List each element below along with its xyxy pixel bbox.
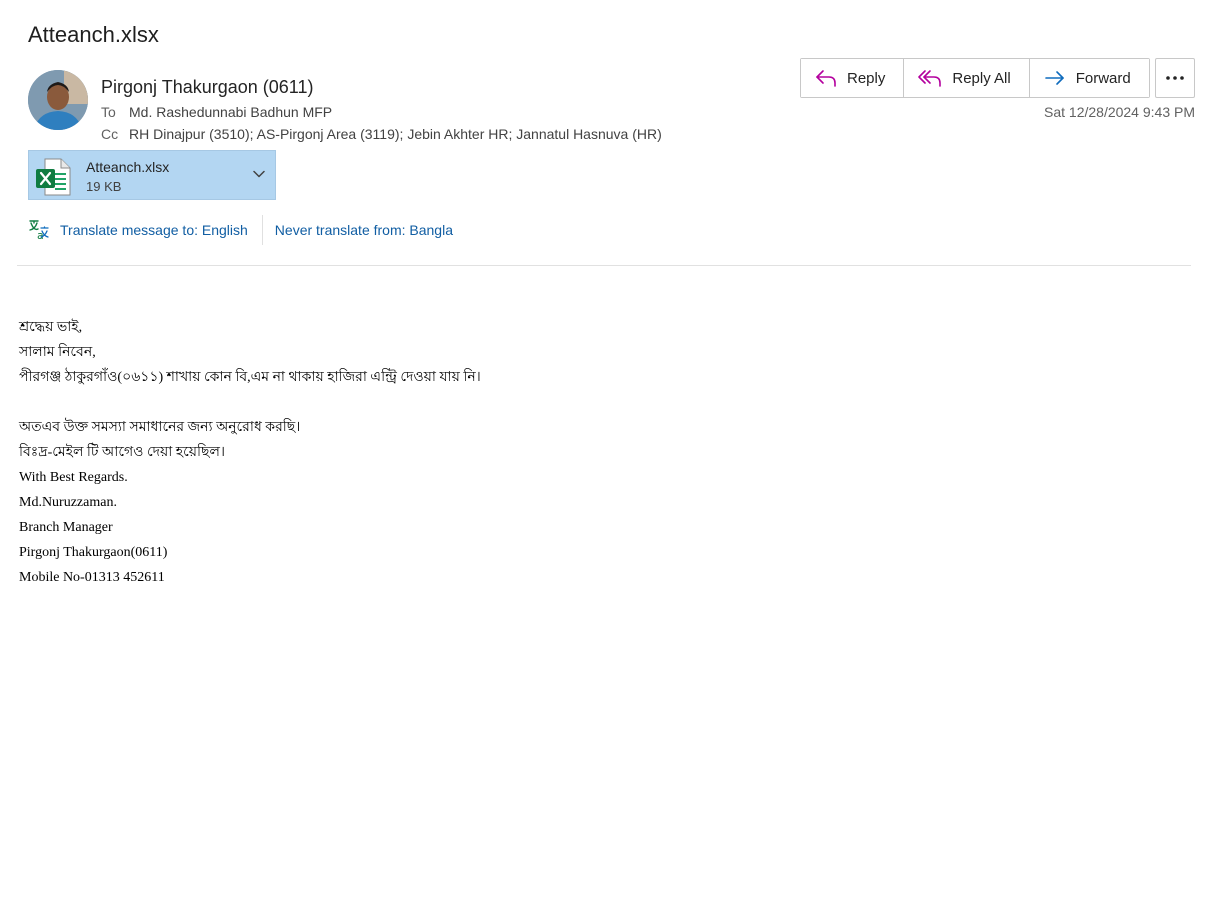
forward-arrow-icon xyxy=(1044,71,1064,85)
body-line: Mobile No-01313 452611 xyxy=(19,570,165,585)
translate-icon: a xyxy=(29,220,49,241)
to-recipient[interactable]: Md. Rashedunnabi Badhun MFP xyxy=(129,104,332,120)
never-translate-link[interactable]: Never translate from: Bangla xyxy=(275,222,453,238)
sender-name[interactable]: Pirgonj Thakurgaon (0611) xyxy=(101,77,313,98)
message-actions: Reply Reply All Forward xyxy=(800,58,1150,98)
body-line xyxy=(19,393,481,418)
reply-all-label: Reply All xyxy=(952,69,1011,87)
body-line: বিঃদ্র-মেইল টি আগেও দেয়া হয়েছিল। xyxy=(19,445,225,460)
message-body: শ্রদ্ধেয় ভাই, সালাম নিবেন, পীরগঞ্জ ঠাকু… xyxy=(19,318,481,593)
body-line: সালাম নিবেন, xyxy=(19,345,96,360)
translation-bar: a Translate message to: English Never tr… xyxy=(28,215,453,245)
cc-recipients: Cc RH Dinajpur (3510); AS-Pirgonj Area (3… xyxy=(101,126,662,142)
forward-label: Forward xyxy=(1075,69,1131,87)
more-actions-button[interactable] xyxy=(1155,58,1195,98)
reply-all-icon xyxy=(918,70,942,87)
attachment-name: Atteanch.xlsx xyxy=(86,159,170,175)
reply-label: Reply xyxy=(847,69,886,87)
body-line: With Best Regards. xyxy=(19,470,128,485)
excel-file-icon xyxy=(36,158,71,196)
email-subject: Atteanch.xlsx xyxy=(28,22,159,47)
svg-text:a: a xyxy=(37,229,44,241)
body-line: Pirgonj Thakurgaon(0611) xyxy=(19,545,168,560)
attachment-size: 19 KB xyxy=(86,179,122,194)
translate-separator xyxy=(261,215,263,245)
reply-icon xyxy=(816,70,836,87)
reply-all-button[interactable]: Reply All xyxy=(904,59,1030,97)
body-line: Branch Manager xyxy=(19,520,113,535)
ellipsis-icon xyxy=(1166,76,1184,80)
body-line: পীরগঞ্জ ঠাকুরগাঁও(০৬১১) শাখায় কোন বি,এম… xyxy=(19,370,481,385)
forward-button[interactable]: Forward xyxy=(1029,59,1149,97)
to-label: To xyxy=(101,104,116,120)
body-line: Md.Nuruzzaman. xyxy=(19,495,117,510)
chevron-down-icon[interactable] xyxy=(253,170,265,178)
cc-label: Cc xyxy=(101,126,119,142)
message-date: Sat 12/28/2024 9:43 PM xyxy=(1044,104,1195,120)
body-line: শ্রদ্ধেয় ভাই, xyxy=(19,320,83,335)
avatar-photo-icon xyxy=(28,70,88,130)
header-divider xyxy=(17,265,1191,266)
translate-message-link[interactable]: Translate message to: English xyxy=(60,222,248,238)
to-recipients: To Md. Rashedunnabi Badhun MFP xyxy=(101,104,332,120)
body-line: অতএব উক্ত সমস্যা সমাধানের জন্য অনুরোধ কর… xyxy=(19,420,301,435)
cc-recipient-list[interactable]: RH Dinajpur (3510); AS-Pirgonj Area (311… xyxy=(129,126,662,142)
attachment-card[interactable]: Atteanch.xlsx 19 KB xyxy=(28,150,276,200)
sender-avatar[interactable] xyxy=(28,70,88,130)
reply-button[interactable]: Reply xyxy=(801,59,905,97)
